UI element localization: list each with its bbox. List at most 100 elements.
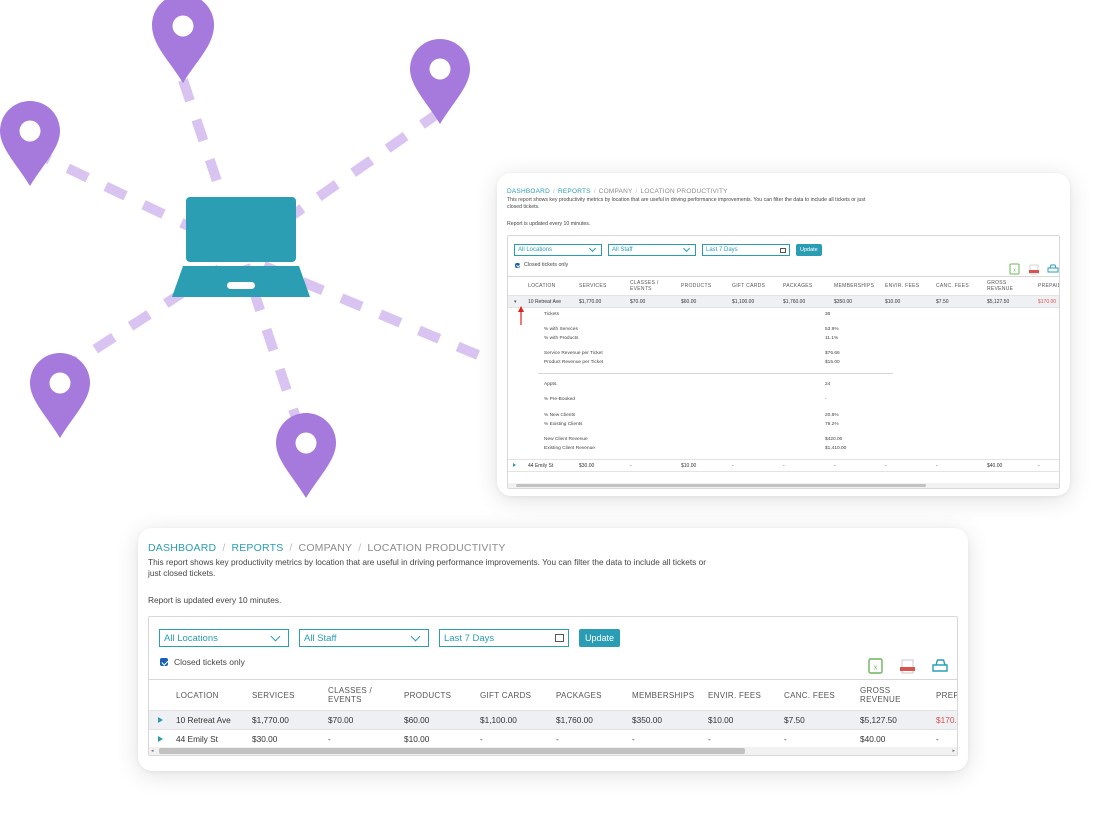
cell-gift-cards: $1,100.00 [732, 298, 755, 305]
cell-canc-fees: - [936, 462, 938, 469]
checkbox-checked-icon[interactable] [160, 658, 168, 666]
detail-value: 53.9% [825, 327, 839, 332]
cell-canc-fees: - [784, 734, 787, 744]
cell-envir-fees: - [708, 734, 711, 744]
cell-prepaid: $170.00 [936, 715, 957, 725]
breadcrumb-dashboard[interactable]: DASHBOARD [148, 542, 216, 554]
column-header[interactable]: ENVIR. FEES [708, 691, 784, 700]
chevron-down-icon [588, 244, 597, 253]
detail-row: Product Revenue per Ticket $15.00 [544, 360, 904, 365]
column-header[interactable]: ENVIR. FEES [885, 283, 936, 289]
breadcrumb: DASHBOARD / REPORTS / COMPANY / LOCATION PR… [148, 542, 506, 554]
productivity-table: LOCATION SERVICES CLASSES / EVENTS PRODU… [508, 276, 1059, 472]
column-header[interactable]: PRODUCTS [404, 691, 480, 700]
excel-icon[interactable]: x [868, 658, 883, 674]
detail-value: $15.00 [825, 360, 840, 365]
breadcrumb-company: COMPANY [598, 187, 633, 195]
column-header[interactable]: CANC. FEES [784, 691, 860, 700]
scrollbar-thumb[interactable] [159, 748, 745, 754]
scroll-left-icon[interactable]: ◂ [151, 748, 154, 754]
expand-arrow-icon[interactable] [508, 462, 528, 469]
staff-select[interactable]: All Staff [299, 629, 429, 647]
date-range-value: Last 7 Days [444, 632, 495, 644]
detail-row: Tickets 36 [544, 312, 904, 317]
horizontal-scrollbar[interactable]: ◂ ▸ [149, 747, 957, 755]
cell-classes: $70.00 [328, 715, 354, 725]
update-button[interactable]: Update [579, 629, 621, 647]
location-select[interactable]: All Locations [159, 629, 289, 647]
report-panel: All Locations All Staff Last 7 Days Upda… [148, 616, 958, 756]
breadcrumb-reports[interactable]: REPORTS [558, 188, 591, 195]
laptop-icon [172, 197, 310, 297]
cell-canc-fees: $7.50 [784, 715, 805, 725]
svg-text:x: x [874, 665, 878, 672]
detail-value: 20.8% [825, 413, 839, 418]
report-panel: All Locations All Staff Last 7 Days Upda… [507, 235, 1060, 489]
breadcrumb-dashboard[interactable]: DASHBOARD [507, 188, 550, 195]
excel-icon[interactable]: x [1009, 263, 1020, 275]
export-icons: x [1009, 263, 1059, 275]
column-header[interactable]: MEMBERSHIPS [632, 691, 708, 700]
column-header[interactable]: CLASSES / EVENTS [630, 280, 670, 292]
cell-classes: $70.00 [630, 298, 646, 305]
column-header[interactable]: SERVICES [252, 691, 328, 700]
detail-label: % Pre-Booked [544, 397, 575, 402]
table-row[interactable]: 10 Retreat Ave $1,770.00 $70.00 $60.00 $… [149, 711, 957, 730]
column-header[interactable]: MEMBERSHIPS [834, 283, 885, 289]
cell-location: 10 Retreat Ave [528, 298, 561, 305]
scroll-right-icon[interactable]: ▸ [952, 748, 955, 754]
divider [538, 373, 893, 374]
print-icon[interactable] [1047, 264, 1059, 273]
map-pin-icon [410, 39, 470, 124]
cell-prepaid: - [1038, 462, 1040, 469]
detail-label: Product Revenue per Ticket [544, 360, 604, 365]
staff-select-value: All Staff [304, 632, 337, 644]
column-header[interactable]: SERVICES [579, 283, 630, 289]
column-header[interactable]: CLASSES / EVENTS [328, 686, 404, 704]
closed-tickets-toggle[interactable]: Closed tickets only [508, 256, 1059, 268]
expand-arrow-icon[interactable] [149, 734, 176, 744]
column-header[interactable]: PREPAID [936, 691, 957, 700]
detail-label: % with Products [544, 336, 579, 341]
collapse-caret-icon[interactable]: ▾ [508, 299, 528, 305]
column-header[interactable]: GIFT CARDS [732, 283, 783, 289]
horizontal-scrollbar[interactable] [508, 483, 1059, 488]
location-select[interactable]: All Locations [514, 244, 602, 256]
date-range-input[interactable]: Last 7 Days [702, 244, 790, 256]
cell-services: $1,770.00 [579, 298, 602, 305]
cell-memberships: $350.00 [632, 715, 662, 725]
closed-tickets-toggle[interactable]: Closed tickets only [149, 647, 957, 667]
breadcrumb-reports[interactable]: REPORTS [231, 542, 283, 554]
chevron-down-icon [270, 631, 281, 641]
checkbox-checked-icon[interactable] [515, 262, 520, 268]
column-header[interactable]: LOCATION [176, 691, 252, 700]
scrollbar-thumb[interactable] [516, 484, 926, 487]
location-detail-panel: Tickets 36 % with Services 53.9% % with Pr… [508, 306, 1059, 460]
staff-select[interactable]: All Staff [608, 244, 696, 256]
detail-row: % with Products 11.1% [544, 336, 904, 341]
detail-row: New Client Revenue $420.00 [544, 437, 904, 442]
column-header[interactable]: GROSS REVENUE [860, 686, 936, 704]
column-header[interactable]: GROSS REVENUE [987, 280, 1022, 292]
update-button[interactable]: Update [796, 244, 822, 256]
column-header[interactable]: CANC. FEES [936, 283, 987, 289]
column-header[interactable]: PACKAGES [556, 691, 632, 700]
date-range-input[interactable]: Last 7 Days [439, 629, 569, 647]
expand-arrow-icon[interactable] [149, 715, 176, 725]
table-row[interactable]: ▾ 10 Retreat Ave $1,770.00 $70.00 $60.00… [508, 296, 1059, 308]
table-row[interactable]: 44 Emily St $30.00 - $10.00 - - - - - $4… [508, 460, 1059, 472]
print-icon[interactable] [932, 659, 948, 672]
column-header[interactable]: GIFT CARDS [480, 691, 556, 700]
pdf-icon[interactable] [900, 659, 915, 674]
detail-label: % Existing Clients [544, 422, 583, 427]
cell-envir-fees: $10.00 [708, 715, 734, 725]
column-header[interactable]: PREPAID [1038, 283, 1059, 289]
location-select-value: All Locations [518, 247, 553, 253]
column-header[interactable]: PRODUCTS [681, 283, 732, 289]
column-header[interactable]: PACKAGES [783, 283, 834, 289]
column-header[interactable]: LOCATION [528, 283, 579, 289]
closed-tickets-label: Closed tickets only [174, 657, 245, 667]
map-pin-icon [0, 101, 60, 186]
pdf-icon[interactable] [1029, 264, 1039, 275]
cell-products: $60.00 [404, 715, 430, 725]
